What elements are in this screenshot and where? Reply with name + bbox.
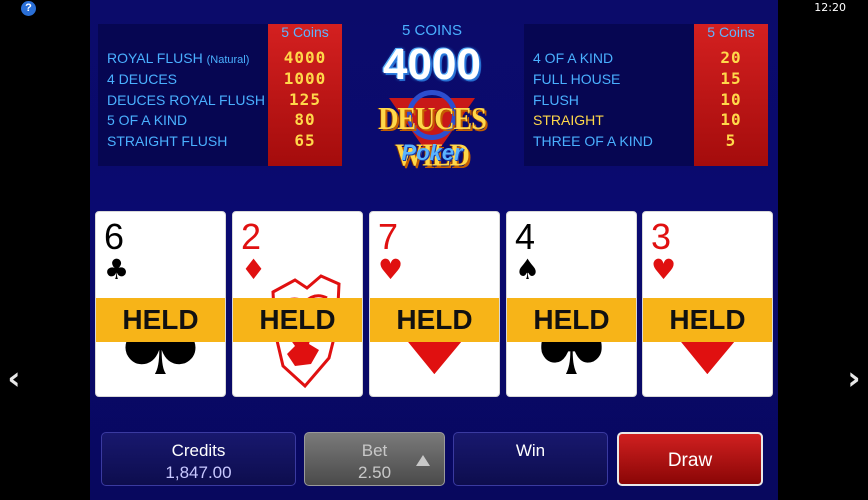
held-label: HELD [96, 298, 225, 342]
paytable-coins-column: 5 Coins 4000 1000 125 80 65 [268, 24, 342, 166]
held-label: HELD [370, 298, 499, 342]
card-rank: 6 [104, 216, 125, 257]
card-rank: 2 [241, 216, 262, 257]
paytable-row-name-highlighted: STRAIGHT [533, 112, 604, 129]
jackpot-amount: 4000 [383, 40, 481, 89]
card-3[interactable]: 7 ♥ ♥ HELD [369, 211, 500, 397]
paytable-row-value: 10 [720, 110, 742, 130]
card-rank: 4 [515, 216, 536, 257]
paytable-coins-header: 5 Coins [281, 24, 329, 40]
credits-label: Credits [171, 441, 226, 460]
paytable-coins-header: 5 Coins [707, 24, 755, 40]
paytable-row-name: ROYAL FLUSH (Natural) [107, 50, 250, 66]
paytable-row-name: FLUSH [533, 91, 579, 108]
previous-arrow-icon[interactable]: ‹ [2, 362, 26, 394]
bet-button[interactable]: Bet 2.50 [304, 432, 445, 486]
paytable-row-note: (Natural) [206, 54, 250, 66]
paytable-coins-column: 5 Coins 20 15 10 10 5 [694, 24, 768, 166]
credits-value: 1,847.00 [165, 463, 232, 482]
held-label: HELD [507, 298, 636, 342]
win-label: Win [515, 441, 546, 460]
bet-value: 2.50 [357, 463, 392, 482]
win-display: Win [453, 432, 608, 486]
logo-subtitle: Poker [401, 140, 463, 165]
bet-increase-arrow-icon[interactable] [416, 455, 430, 466]
paytable-row-name: STRAIGHT FLUSH [107, 133, 228, 150]
deuces-wild-logo: DEUCES WILD Poker [352, 90, 512, 175]
help-icon[interactable]: ? [21, 1, 36, 16]
paytable-row-value: 4000 [283, 48, 327, 67]
paytable-right: 4 OF A KIND FULL HOUSE FLUSH STRAIGHT TH… [524, 24, 768, 166]
card-4[interactable]: 4 ♠ ♠ HELD [506, 211, 637, 397]
paytable-row-name: 4 DEUCES [107, 70, 178, 87]
draw-label: Draw [667, 450, 713, 471]
credits-display: Credits 1,847.00 [101, 432, 296, 486]
paytable-row-name: 4 OF A KIND [533, 50, 614, 66]
card-1[interactable]: 6 ♣ ♣ HELD [95, 211, 226, 397]
card-rank: 7 [378, 216, 399, 257]
paytable-row-value: 65 [294, 131, 316, 151]
card-5[interactable]: 3 ♥ ♥ HELD [642, 211, 773, 397]
game-table: ROYAL FLUSH (Natural) 4 DEUCES DEUCES RO… [90, 0, 778, 500]
paytable-left: ROYAL FLUSH (Natural) 4 DEUCES DEUCES RO… [98, 24, 342, 166]
paytable-row-name: FULL HOUSE [533, 70, 621, 87]
paytable-row-value: 15 [720, 68, 742, 88]
paytable-row-value: 5 [725, 131, 737, 151]
coins-label: 5 COINS [401, 22, 462, 39]
paytable-row-value: 125 [289, 89, 321, 109]
paytable-row-value: 80 [294, 110, 316, 130]
next-arrow-icon[interactable]: › [842, 362, 866, 394]
paytable-row-name: 5 OF A KIND [107, 112, 188, 129]
paytable-row-value: 20 [720, 48, 742, 67]
card-rank: 3 [651, 216, 672, 257]
status-clock: 12:20 [814, 1, 846, 14]
paytable-row-value: 1000 [283, 68, 327, 88]
held-label: HELD [233, 298, 362, 342]
held-label: HELD [643, 298, 772, 342]
card-2[interactable]: 2 ♦ HELD [232, 211, 363, 397]
paytable-row-value: 10 [720, 89, 742, 109]
paytable-row-name: THREE OF A KIND [533, 133, 653, 150]
draw-button[interactable]: Draw [617, 432, 763, 486]
paytable-row-name: DEUCES ROYAL FLUSH [107, 91, 265, 108]
